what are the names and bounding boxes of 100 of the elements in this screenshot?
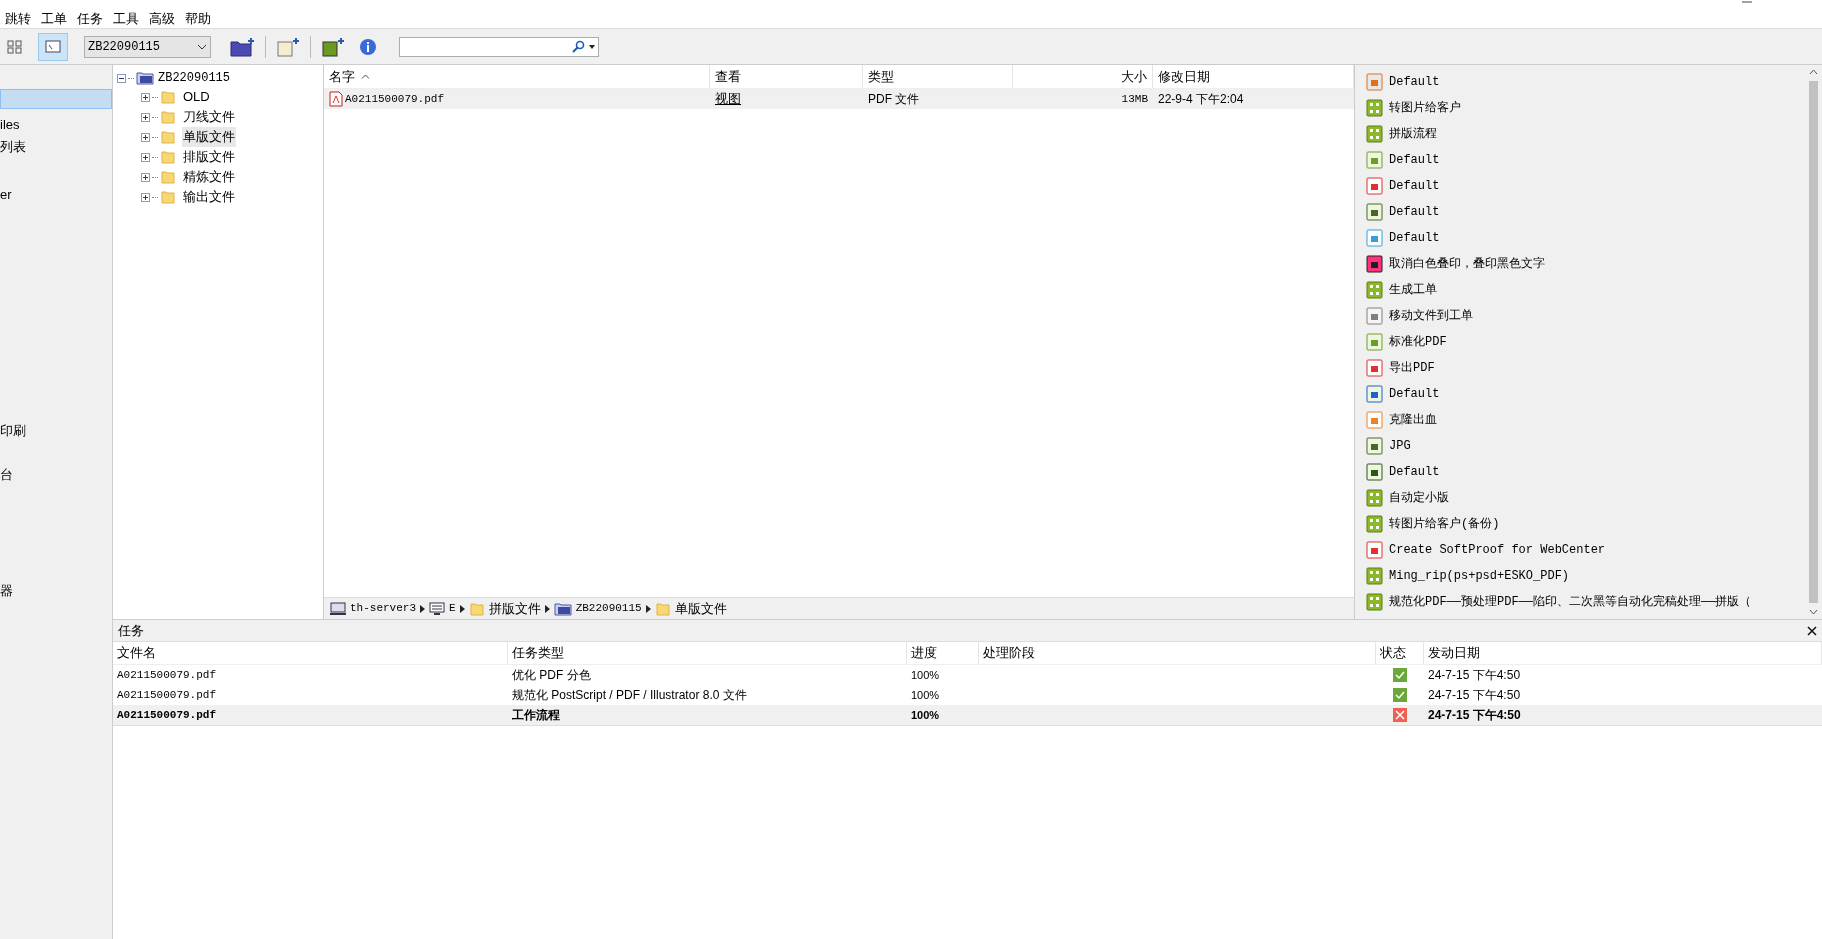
workflow-item[interactable]: Create SoftProof for WebCenter [1389,541,1606,559]
task-row[interactable]: A0211500079.pdf 规范化 PostScript / PDF / Illustrator 8.0 文件 100% 24-7-15 下午4:50 [113,685,1822,705]
menu-item[interactable]: 工具 [113,9,139,29]
table-cell-text: A0211500079.pdf [116,707,218,723]
column-header[interactable]: 处理阶段 [979,642,1376,664]
workflow-item[interactable]: 转图片给客户 [1389,99,1461,117]
separator-arrow-icon [645,604,651,613]
workflow-item[interactable]: 生成工单 [1389,281,1437,299]
workflow-item[interactable]: Default [1389,151,1440,169]
workflow-item[interactable]: 取消白色叠印，叠印黑色文字 [1389,255,1545,273]
expand-toggle[interactable] [141,192,150,202]
caret-icon[interactable] [589,44,595,49]
task-row[interactable]: A0211500079.pdf 优化 PDF 分色 100% 24-7-15 下午4:50 [113,665,1822,685]
workflow-item[interactable]: 转图片给客户(备份) [1389,515,1500,533]
path-segment[interactable]: ZB22090115 [575,600,642,617]
column-header[interactable]: 状态 [1376,642,1424,664]
sidebar-item[interactable]: 列表 [0,137,112,157]
menu-item[interactable]: 工单 [41,9,67,29]
tree-item[interactable]: OLD [182,87,211,107]
expand-toggle[interactable] [141,112,150,122]
sidebar-item[interactable]: er [0,185,112,205]
workflow-item[interactable]: Default [1389,463,1440,481]
path-segment[interactable]: th-server3 [350,600,416,617]
scroll-down-icon[interactable] [1809,609,1818,615]
search-field[interactable] [399,36,599,57]
table-cell-text: 100% [910,667,941,683]
table-cell-text: A0211500079.pdf [116,687,218,703]
grid-icon [7,39,23,54]
job-folder-icon [136,70,154,86]
scroll-up-icon[interactable] [1809,69,1818,75]
path-segment[interactable]: 拼版文件 [488,598,541,619]
close-icon[interactable] [1807,625,1817,636]
table-cell-text: 优化 PDF 分色 [511,667,592,684]
workflow-item[interactable]: 标准化PDF [1389,333,1447,351]
job-dropdown[interactable]: ZB22090115 [84,35,211,58]
workflow-item[interactable]: 克隆出血 [1389,411,1437,429]
view-link[interactable]: 视图 [715,91,741,107]
tree-item[interactable]: 精炼文件 [182,167,236,187]
tree-item[interactable]: 排版文件 [182,147,236,167]
sidebar-item[interactable]: 印刷 [0,421,112,441]
workflow-item[interactable]: 自动定小版 [1389,489,1449,507]
menu-item[interactable]: 高级 [149,9,175,29]
workflow-item[interactable]: Default [1389,229,1440,247]
panel-view-button[interactable] [38,32,68,61]
path-segment[interactable]: 单版文件 [674,598,727,619]
column-header[interactable]: 查看 [710,65,863,88]
expand-toggle[interactable] [141,132,150,142]
workflow-icon [1365,593,1383,611]
column-header[interactable]: 类型 [863,65,1013,88]
expand-toggle[interactable] [141,172,150,182]
workflow-item[interactable]: Ming_rip(ps+psd+ESKO_PDF) [1389,567,1570,585]
workflow-item[interactable]: 导出PDF [1389,359,1435,377]
file-row[interactable]: A0211500079.pdf 视图 PDF 文件 13MB 22-9-4 下午2:04 [324,89,1354,109]
workflow-item[interactable]: Default [1389,203,1440,221]
new-workflow-button[interactable] [319,35,347,58]
workflow-icon [1365,515,1383,533]
column-header[interactable]: 名字 [324,65,710,88]
workflow-item[interactable]: Default [1389,385,1440,403]
table-cell-text: 工作流程 [511,707,561,724]
table-cell-text: 24-7-15 下午4:50 [1427,667,1522,684]
column-header[interactable]: 进度 [907,642,979,664]
sidebar-item[interactable]: iles [0,115,112,135]
tree-item[interactable]: 刀线文件 [182,107,236,127]
scroll-thumb[interactable] [1809,81,1818,603]
info-button[interactable] [359,37,377,56]
monitor-icon [429,601,445,616]
menu-item[interactable]: 任务 [77,9,103,29]
folder-icon [160,89,176,105]
pdf-file-icon [329,91,343,107]
column-header[interactable]: 修改日期 [1153,65,1354,88]
menu-item[interactable]: 帮助 [185,9,211,29]
table-cell-text: 13MB [1120,91,1149,107]
folder-icon [160,149,176,165]
expand-toggle[interactable] [117,73,126,83]
workflow-item[interactable]: Default [1389,177,1440,195]
column-header[interactable]: 文件名 [113,642,508,664]
folder-icon [654,600,671,617]
expand-toggle[interactable] [141,92,150,102]
tree-item[interactable]: 输出文件 [182,187,236,207]
tree-item[interactable]: 单版文件 [182,127,236,147]
column-header[interactable]: 发动日期 [1424,642,1822,664]
new-folder-button[interactable] [229,35,257,58]
table-cell-text: 100% [910,707,941,723]
new-ticket-button[interactable] [274,35,302,58]
tree-item[interactable]: ZB22090115 [158,69,230,87]
sidebar-item[interactable]: 器 [0,581,112,601]
column-header[interactable]: 大小 [1013,65,1153,88]
computer-icon [330,601,346,616]
menu-item[interactable]: 跳转 [5,9,31,29]
expand-toggle[interactable] [141,152,150,162]
workflow-item[interactable]: Default [1389,73,1440,91]
workflow-item[interactable]: 规范化PDF——预处理PDF——陷印、二次黑等自动化完稿处理——拼版（ [1389,593,1752,611]
path-segment[interactable]: E [449,600,456,617]
search-icon[interactable] [572,40,585,53]
column-header[interactable]: 任务类型 [508,642,907,664]
workflow-item[interactable]: 拼版流程 [1389,125,1437,143]
task-row[interactable]: A0211500079.pdf 工作流程 100% 24-7-15 下午4:50 [113,705,1822,725]
workflow-item[interactable]: JPG [1389,437,1411,455]
sidebar-item[interactable]: 台 [0,465,112,485]
workflow-item[interactable]: 移动文件到工单 [1389,307,1473,325]
